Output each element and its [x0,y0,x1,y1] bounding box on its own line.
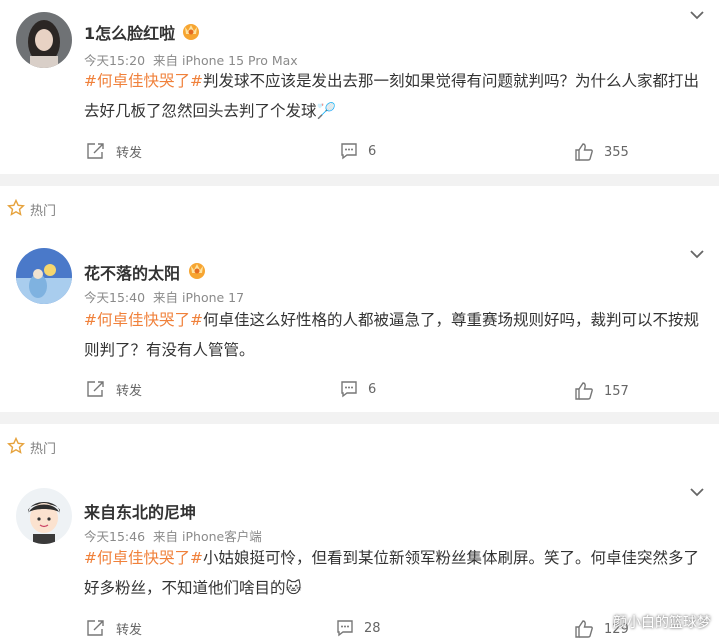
comment-count: 6 [368,381,377,397]
vip-badge-icon [183,24,199,40]
card-separator [0,174,719,186]
comment-button[interactable]: 6 [340,140,376,162]
cat-emoji: 🐱 [285,579,302,597]
badminton-emoji: 🏸 [316,102,336,120]
post-time: 今天15:40 [84,290,146,305]
username[interactable]: 1怎么脸红啦 [84,20,175,44]
username[interactable]: 来自东北的尼坤 [84,499,196,523]
comment-button[interactable]: 6 [340,378,376,400]
comment-text: #何卓佳快哭了#何卓佳这么好性格的人都被逼急了，尊重赛场规则好吗，裁判可以不按规… [84,305,700,365]
post-meta: 今天15:40 来自 iPhone 17 [84,287,252,306]
comment-text: #何卓佳快哭了#判发球不应该是发出去那一刻如果觉得有问题就判吗？为什么人家都打出… [84,66,700,126]
avatar[interactable] [16,12,72,68]
comment-button[interactable]: 28 [336,617,381,639]
comment-count: 28 [364,620,381,636]
hot-section-header: 热门 [0,190,719,228]
username[interactable]: 花不落的太阳 [84,260,180,284]
comment-card: 1怎么脸红啦 今天15:20 来自 iPhone 15 Pro Max #何卓佳快… [0,0,719,174]
repost-button[interactable]: 转发 [86,378,142,400]
post-source: 来自 iPhone客户端 [153,529,262,544]
like-button[interactable]: 355 [574,141,629,163]
repost-label: 转发 [116,383,143,399]
card-separator [0,412,719,424]
hot-label: 热门 [30,204,57,219]
repost-button[interactable]: 转发 [86,617,142,639]
comment-card: 来自东北的尼坤 今天15:46 来自 iPhone客户端 #何卓佳快哭了#小姑娘挺… [0,466,719,643]
repost-icon [87,381,104,397]
like-count: 355 [604,144,629,160]
watermark: 颜小白的篮球梦 [613,615,711,631]
topic-tag[interactable]: #何卓佳快哭了# [84,549,203,567]
repost-label: 转发 [116,622,143,638]
hot-section-header: 热门 [0,428,719,466]
thumbs-up-icon [575,143,593,161]
star-icon [7,199,25,216]
repost-button[interactable]: 转发 [86,140,142,162]
topic-tag[interactable]: #何卓佳快哭了# [84,311,203,329]
thumbs-up-icon [575,620,593,638]
hot-label: 热门 [30,442,57,457]
comment-icon [341,381,357,398]
like-button[interactable]: 157 [574,380,629,402]
chevron-down-icon[interactable] [689,486,705,498]
chevron-down-icon[interactable] [689,9,705,21]
avatar[interactable] [16,248,72,304]
repost-label: 转发 [116,145,143,161]
avatar[interactable] [16,488,72,544]
star-icon [7,437,25,454]
topic-tag[interactable]: #何卓佳快哭了# [84,72,203,90]
comment-icon [337,620,353,637]
thumbs-up-icon [575,382,593,400]
post-time: 今天15:46 [84,529,146,544]
like-count: 157 [604,383,629,399]
repost-icon [87,620,104,636]
comment-count: 6 [368,143,377,159]
vip-badge-icon [189,263,205,279]
comment-text: #何卓佳快哭了#小姑娘挺可怜，但看到某位新领军粉丝集体刷屏。笑了。何卓佳突然多了… [84,543,700,603]
repost-icon [87,143,104,159]
post-source: 来自 iPhone 17 [153,290,245,305]
comment-icon [341,143,357,160]
comment-card: 花不落的太阳 今天15:40 来自 iPhone 17 #何卓佳快哭了#何卓佳这么… [0,228,719,412]
chevron-down-icon[interactable] [689,248,705,260]
